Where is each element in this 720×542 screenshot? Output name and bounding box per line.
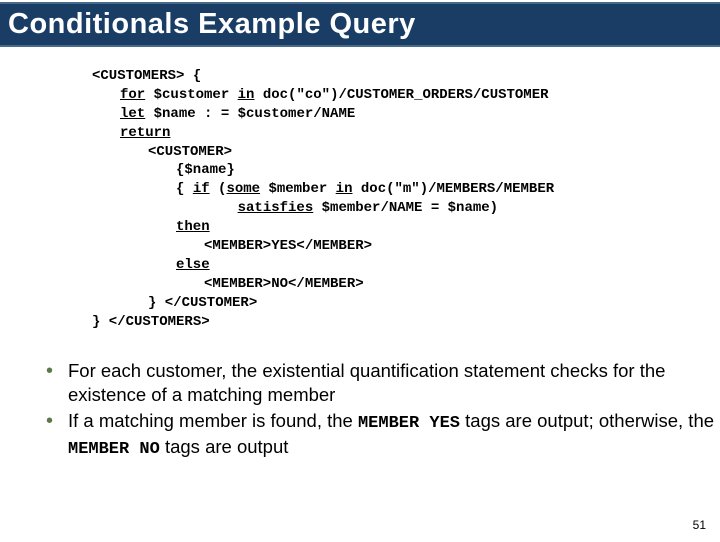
- bullet-list: For each customer, the existential quant…: [42, 359, 720, 460]
- code-line: else: [92, 256, 720, 275]
- slide-title: Conditionals Example Query: [8, 8, 720, 41]
- bullet-item: For each customer, the existential quant…: [42, 359, 720, 406]
- code-line: let $name : = $customer/NAME: [92, 105, 720, 124]
- code-line: <MEMBER>YES</MEMBER>: [92, 237, 720, 256]
- code-line: } </CUSTOMER>: [92, 294, 720, 313]
- code-block: <CUSTOMERS> { for $customer in doc("co")…: [92, 67, 720, 331]
- code-line: <CUSTOMER>: [92, 143, 720, 162]
- page-number: 51: [693, 518, 706, 532]
- code-line: } </CUSTOMERS>: [92, 313, 720, 332]
- bullet-item: If a matching member is found, the MEMBE…: [42, 409, 720, 461]
- code-line: for $customer in doc("co")/CUSTOMER_ORDE…: [92, 86, 720, 105]
- code-line: <CUSTOMERS> {: [92, 67, 720, 86]
- code-line: satisfies $member/NAME = $name): [92, 199, 720, 218]
- code-line: then: [92, 218, 720, 237]
- code-line: { if (some $member in doc("m")/MEMBERS/M…: [92, 180, 720, 199]
- title-bar: Conditionals Example Query: [0, 2, 720, 47]
- code-line: return: [92, 124, 720, 143]
- code-line: <MEMBER>NO</MEMBER>: [92, 275, 720, 294]
- code-line: {$name}: [92, 161, 720, 180]
